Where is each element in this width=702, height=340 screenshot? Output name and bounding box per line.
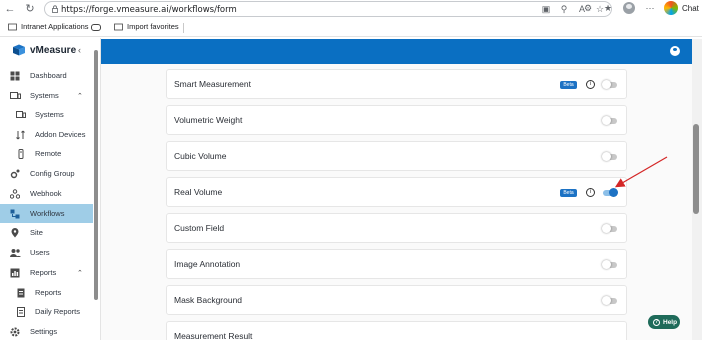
system-device-icon (16, 110, 26, 120)
volumetric-weight-toggle[interactable] (602, 116, 617, 125)
sidebar-item-reports-sub[interactable]: Reports (0, 283, 93, 302)
workflow-row-mask-background: Mask Background (166, 285, 627, 315)
browser-toolbar: ← ↻ https://forge.vmeasure.ai/workflows/… (0, 0, 702, 18)
workflow-row-image-annotation: Image Annotation (166, 249, 627, 279)
sidebar-item-systems-sub[interactable]: Systems (0, 105, 93, 124)
systems-icon (10, 91, 21, 101)
favorites-icon[interactable]: ★ (603, 3, 613, 13)
sidebar-item-webhook[interactable]: Webhook (0, 184, 93, 203)
import-folder-icon (114, 23, 123, 31)
sidebar-item-remote[interactable]: Remote (0, 144, 93, 163)
workflows-icon (10, 209, 20, 219)
report-doc-icon (16, 288, 26, 298)
copilot-chat-button[interactable]: Chat (664, 1, 699, 15)
dashboard-icon (10, 71, 20, 81)
bookmark-divider (183, 23, 184, 33)
site-icon (10, 227, 20, 238)
info-icon[interactable]: i (586, 80, 595, 89)
workflow-row-smart-measurement: Smart Measurement Beta i (166, 69, 627, 99)
custom-field-toggle[interactable] (602, 224, 617, 233)
sidebar-item-dashboard[interactable]: Dashboard (0, 66, 93, 85)
refresh-icon[interactable]: ↻ (23, 2, 37, 16)
zoom-icon[interactable]: ⚲ (559, 4, 569, 14)
workflow-row-real-volume: Real Volume Beta i (166, 177, 627, 207)
config-group-icon (10, 169, 20, 179)
account-icon[interactable] (670, 46, 680, 56)
page-scrollbar-thumb[interactable] (693, 124, 699, 214)
url-text[interactable]: https://forge.vmeasure.ai/workflows/form (61, 5, 237, 15)
workflow-row-measurement-result: Measurement Result (166, 321, 627, 340)
sidebar-item-daily-reports[interactable]: Daily Reports (0, 302, 93, 321)
workflow-row-cubic-volume: Cubic Volume (166, 141, 627, 171)
back-icon[interactable]: ← (3, 2, 17, 16)
sidebar-item-users[interactable]: Users (0, 243, 93, 262)
more-menu-icon[interactable]: ⋯ (645, 3, 655, 13)
workflow-row-volumetric-weight: Volumetric Weight (166, 105, 627, 135)
address-bar[interactable]: https://forge.vmeasure.ai/workflows/form… (44, 1, 612, 17)
image-annotation-toggle[interactable] (602, 260, 617, 269)
bookmarks-bar: Intranet Applications Import favorites (0, 19, 702, 37)
copilot-icon (664, 1, 678, 15)
sidebar-item-settings[interactable]: Settings (0, 322, 93, 340)
vmeasure-logo-icon (13, 44, 25, 56)
extensions-icon[interactable]: ⚙ (583, 3, 593, 13)
bookmark-folder-icon (8, 23, 17, 31)
remote-icon (16, 148, 26, 159)
addon-devices-icon (16, 130, 26, 140)
mask-background-toggle[interactable] (602, 296, 617, 305)
beta-badge: Beta (560, 189, 577, 197)
collapse-sidebar-icon[interactable]: ‹ (78, 45, 81, 55)
bookmark-import-favorites[interactable]: Import favorites (114, 22, 179, 31)
sidebar-item-systems[interactable]: Systems ⌃ (0, 86, 93, 105)
reports-icon (10, 268, 20, 278)
workflow-form: Smart Measurement Beta i Volumetric Weig… (101, 64, 692, 340)
daily-reports-icon (16, 306, 26, 317)
brand-logo[interactable]: vMeasure (12, 44, 76, 56)
users-icon (10, 248, 21, 258)
sidebar-item-workflows[interactable]: Workflows (0, 204, 93, 223)
cubic-volume-toggle[interactable] (602, 152, 617, 161)
chevron-up-icon[interactable]: ⌃ (77, 92, 83, 100)
sidebar-item-addon-devices[interactable]: Addon Devices (0, 125, 93, 144)
smart-measurement-toggle[interactable] (602, 80, 617, 89)
info-icon[interactable]: i (586, 188, 595, 197)
help-button[interactable]: ? Help (648, 315, 680, 329)
question-icon: ? (653, 318, 660, 326)
beta-badge: Beta (560, 81, 577, 89)
app-header (101, 39, 692, 64)
chevron-up-icon[interactable]: ⌃ (77, 269, 83, 277)
collections-icon[interactable] (91, 24, 101, 31)
reader-view-icon[interactable]: ▣ (541, 4, 551, 14)
real-volume-toggle[interactable] (603, 188, 618, 197)
sidebar-item-site[interactable]: Site (0, 223, 93, 242)
settings-icon (10, 327, 20, 337)
profile-avatar[interactable] (623, 2, 635, 14)
bookmark-intranet-applications[interactable]: Intranet Applications (8, 22, 89, 31)
workflow-row-custom-field: Custom Field (166, 213, 627, 243)
webhook-icon (9, 188, 21, 199)
sidebar: vMeasure ‹ Dashboard Systems ⌃ Systems A… (0, 38, 101, 340)
site-info-icon[interactable] (51, 5, 59, 13)
sidebar-item-config-group[interactable]: Config Group (0, 164, 93, 183)
sidebar-item-reports[interactable]: Reports ⌃ (0, 263, 93, 282)
sidebar-scrollbar[interactable] (94, 50, 98, 300)
